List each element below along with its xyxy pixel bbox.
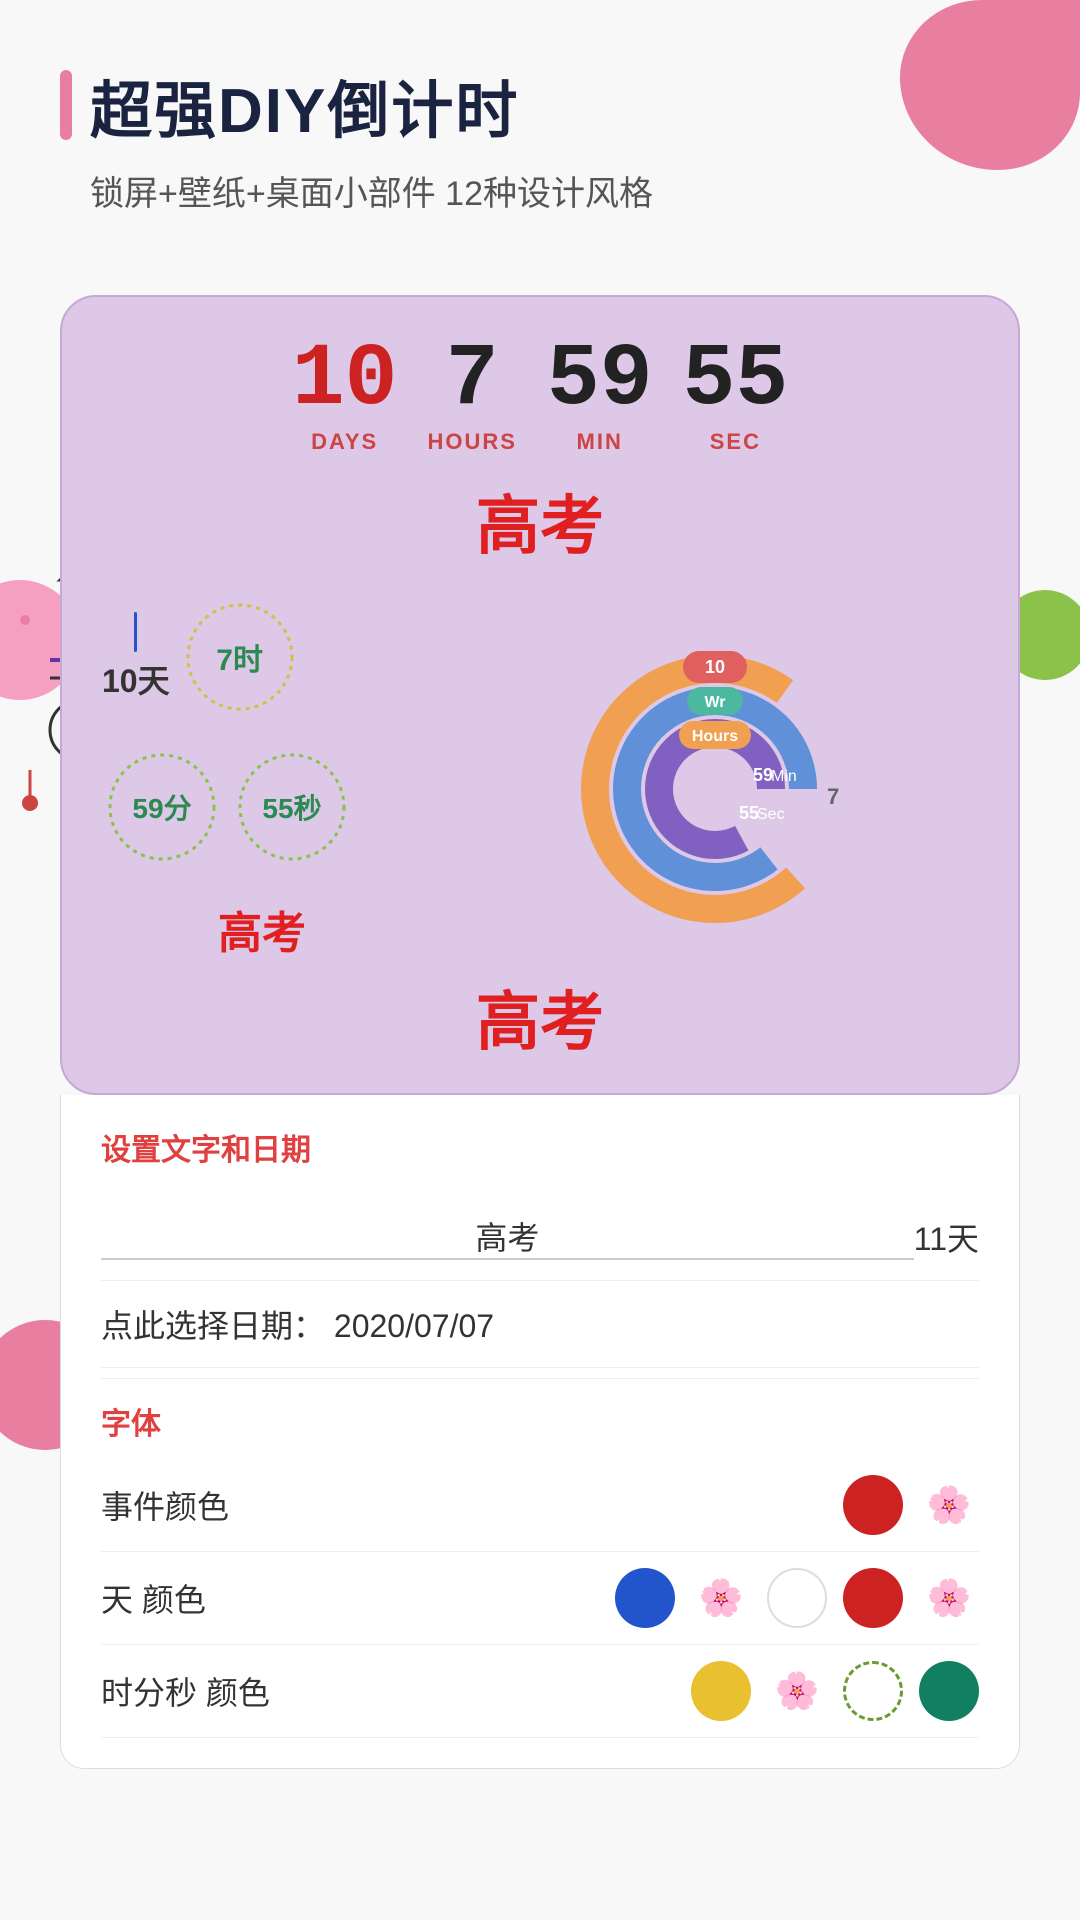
timer-min: 59 MIN: [547, 337, 653, 455]
svg-text:Hours: Hours: [692, 728, 738, 745]
left-event-name: 高考: [102, 897, 422, 961]
event-color-label: 事件颜色: [101, 1482, 261, 1528]
timer-days: 10 DAYS: [292, 337, 398, 455]
min-label: MIN: [577, 429, 623, 455]
hours-circular-widget: 7时: [180, 597, 300, 717]
days-color-row: 天 颜色 🌸 🌸: [101, 1552, 979, 1645]
days-color-blue[interactable]: [615, 1568, 675, 1628]
font-section-title: 字体: [101, 1399, 979, 1443]
min-sec-row: 59分 55秒: [102, 747, 422, 867]
days-number: 10: [292, 337, 398, 425]
header: 超强DIY倒计时 锁屏+壁纸+桌面小部件 12种设计风格: [0, 0, 1080, 235]
days-label: DAYS: [311, 429, 378, 455]
event-color-red[interactable]: [843, 1475, 903, 1535]
hms-color-yellow[interactable]: [691, 1661, 751, 1721]
svg-text:10: 10: [705, 657, 725, 677]
section-divider: [101, 1378, 979, 1379]
app-title: 超强DIY倒计时: [90, 60, 519, 150]
hours-number: 7: [446, 337, 499, 425]
days-color-white[interactable]: [767, 1568, 827, 1628]
svg-text:Wr: Wr: [704, 694, 725, 711]
timer-event-name: 高考: [102, 475, 978, 567]
hms-color-lime-dashed[interactable]: [843, 1661, 903, 1721]
left-widgets: 10天 7时 59分: [102, 597, 422, 961]
date-selector-row[interactable]: 点此选择日期： 2020/07/07: [101, 1281, 979, 1368]
days-color-pattern2[interactable]: 🌸: [919, 1568, 979, 1628]
timer-display: 10 DAYS 7 HOURS 59 MIN 55 SEC: [102, 337, 978, 455]
min-circular-widget: 59分: [102, 747, 222, 867]
settings-panel: 设置文字和日期 11天 点此选择日期： 2020/07/07 字体 事件颜色 🌸…: [60, 1095, 1020, 1769]
timer-sec: 55 SEC: [683, 337, 789, 455]
header-title-row: 超强DIY倒计时: [60, 60, 1020, 150]
days-color-swatches: 🌸 🌸: [615, 1568, 979, 1628]
hms-color-green[interactable]: [919, 1661, 979, 1721]
event-color-pattern[interactable]: 🌸: [919, 1475, 979, 1535]
left-days-value: 10天: [102, 656, 170, 702]
right-donut-chart: 10 Wr Hours 59 Min 55 Sec 7: [452, 629, 978, 929]
event-color-swatches: 🌸: [843, 1475, 979, 1535]
left-sec-value: 55秒: [262, 787, 321, 827]
svg-text:Min: Min: [771, 768, 797, 785]
date-label: 点此选择日期： 2020/07/07: [101, 1301, 494, 1347]
svg-text:Sec: Sec: [757, 806, 785, 823]
days-color-label: 天 颜色: [101, 1575, 261, 1621]
event-color-row: 事件颜色 🌸: [101, 1459, 979, 1552]
hms-color-swatches: 🌸: [691, 1661, 979, 1721]
hours-label: HOURS: [427, 429, 516, 455]
sec-number: 55: [683, 337, 789, 425]
event-name-row[interactable]: 11天: [101, 1193, 979, 1281]
timer-hours: 7 HOURS: [427, 337, 516, 455]
left-min-value: 59分: [132, 787, 191, 827]
min-number: 59: [547, 337, 653, 425]
header-accent-bar: [60, 70, 72, 140]
widgets-row: 10天 7时 59分: [102, 597, 978, 961]
event-name-input[interactable]: [101, 1213, 914, 1260]
settings-section-title: 设置文字和日期: [101, 1125, 979, 1169]
svg-text:7: 7: [827, 784, 839, 809]
hms-color-row: 时分秒 颜色 🌸: [101, 1645, 979, 1738]
days-color-pattern1[interactable]: 🌸: [691, 1568, 751, 1628]
app-subtitle: 锁屏+壁纸+桌面小部件 12种设计风格: [60, 166, 1020, 215]
days-count-value: 11天: [914, 1214, 979, 1260]
sec-circular-widget: 55秒: [232, 747, 352, 867]
left-hours-value: 7时: [216, 635, 263, 679]
hms-color-pattern1[interactable]: 🌸: [767, 1661, 827, 1721]
days-color-red[interactable]: [843, 1568, 903, 1628]
hms-color-label: 时分秒 颜色: [101, 1668, 270, 1714]
days-tick: [134, 612, 137, 652]
main-card: 10 DAYS 7 HOURS 59 MIN 55 SEC 高考 10天: [60, 295, 1020, 1095]
sec-label: SEC: [710, 429, 761, 455]
bottom-card-event-name: 高考: [102, 971, 978, 1063]
